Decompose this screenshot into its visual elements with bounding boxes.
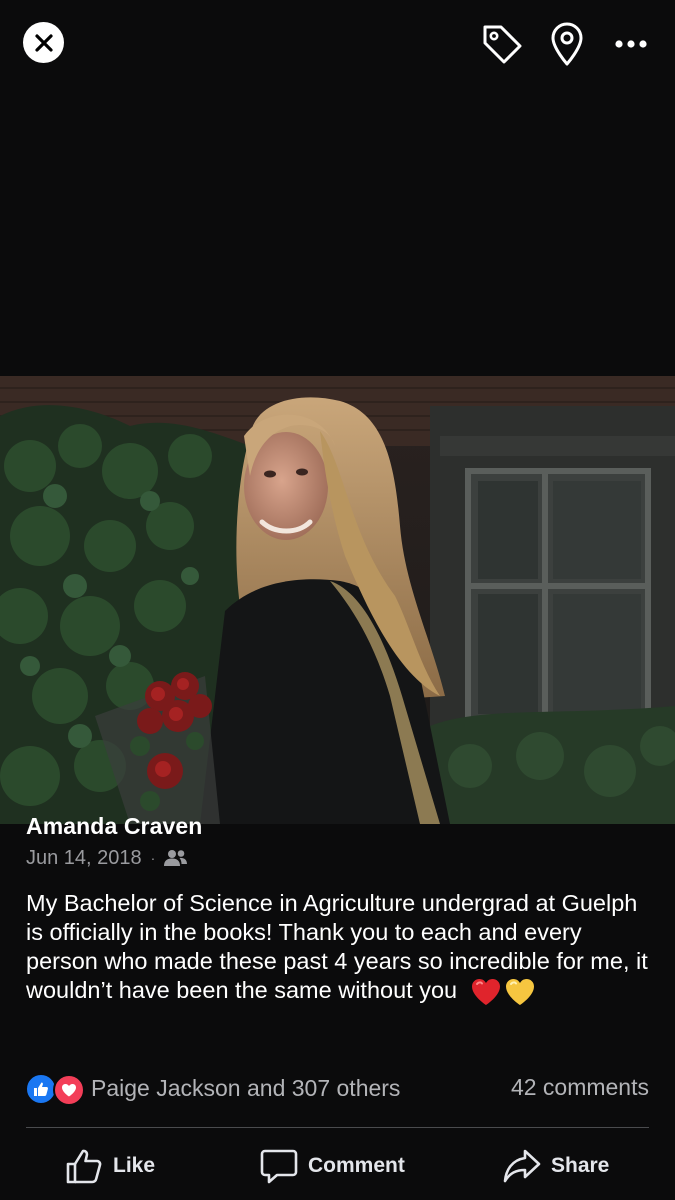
share-label: Share [551, 1154, 610, 1177]
location-pin-icon [551, 22, 583, 66]
thumbs-up-icon [66, 1149, 102, 1184]
comments-count[interactable]: 42 comments [511, 1074, 649, 1101]
more-dots-icon [615, 40, 647, 48]
meta-separator: · [150, 850, 156, 866]
like-reaction-icon [26, 1074, 56, 1104]
reactions-summary[interactable]: Paige Jackson and 307 others [26, 1071, 400, 1106]
post-date[interactable]: Jun 14, 2018 [26, 847, 142, 870]
friends-icon[interactable] [164, 849, 188, 867]
yellow-heart-icon [505, 978, 534, 1005]
caption-emojis [470, 977, 538, 1007]
like-button[interactable]: Like [65, 1144, 155, 1188]
comment-button[interactable]: Comment [260, 1144, 405, 1188]
share-arrow-icon [503, 1149, 541, 1183]
photo-viewer-topbar [0, 0, 675, 90]
comment-bubble-icon [260, 1149, 298, 1184]
tag-icon [483, 25, 522, 64]
close-button[interactable] [23, 22, 64, 63]
like-label: Like [113, 1154, 156, 1177]
reactions-text[interactable]: Paige Jackson and 307 others [91, 1075, 400, 1102]
share-button[interactable]: Share [503, 1144, 609, 1188]
graduation-photo-illustration [0, 376, 675, 824]
more-options-button[interactable] [607, 20, 655, 68]
post-caption: My Bachelor of Science in Agriculture un… [26, 889, 651, 1007]
love-reaction-icon [53, 1074, 85, 1106]
tag-button[interactable] [478, 20, 526, 68]
author-name[interactable]: Amanda Craven [26, 813, 202, 840]
reaction-icons [26, 1073, 85, 1106]
post-photo[interactable] [0, 376, 675, 824]
actions-divider [26, 1127, 649, 1128]
post-caption-text: My Bachelor of Science in Agriculture un… [26, 890, 648, 1003]
location-button[interactable] [543, 20, 591, 68]
post-meta: Jun 14, 2018 · [26, 846, 188, 870]
comment-label: Comment [308, 1154, 405, 1177]
close-icon [34, 33, 53, 52]
red-heart-icon [471, 978, 500, 1005]
